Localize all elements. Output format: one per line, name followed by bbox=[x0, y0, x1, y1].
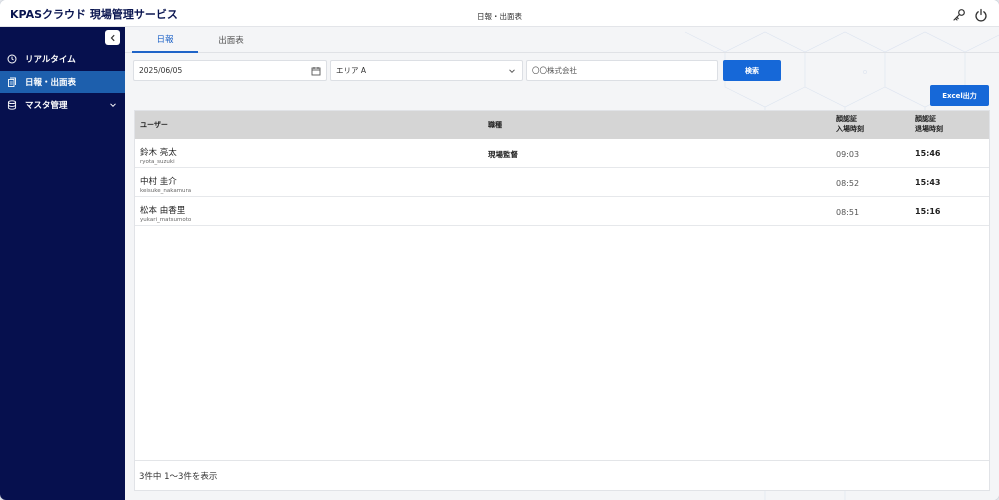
chevron-left-icon bbox=[110, 34, 115, 41]
sidebar-item-daily-report[interactable]: 日報・出面表 bbox=[0, 71, 125, 93]
table-row[interactable]: 鈴木 亮太 ryota_suzuki 現場監督 09:03 15:46 bbox=[135, 139, 989, 168]
pagination-info: 3件中 1〜3件を表示 bbox=[135, 460, 989, 490]
in-time-cell: 08:51 bbox=[836, 208, 860, 217]
sidebar-item-realtime[interactable]: リアルタイム bbox=[0, 48, 125, 70]
company-value: 〇〇株式会社 bbox=[532, 66, 577, 75]
user-cell: 中村 圭介 keisuke_nakamura bbox=[140, 175, 191, 194]
table-header: ユーザー 職種 顔認証 入場時刻 顔認証 退場時刻 bbox=[135, 111, 989, 139]
sidebar-item-label: マスタ管理 bbox=[25, 101, 68, 111]
database-icon bbox=[7, 100, 17, 110]
clock-icon bbox=[7, 54, 17, 64]
col-job: 職種 bbox=[488, 121, 502, 129]
power-icon[interactable] bbox=[974, 7, 988, 22]
app-window: KPASクラウド 現場管理サービス 日報・出面表 リアルタイム 日報・出面表 マ… bbox=[0, 0, 999, 500]
area-value: エリア A bbox=[336, 66, 367, 75]
top-header: KPASクラウド 現場管理サービス 日報・出面表 bbox=[0, 0, 999, 27]
table-row[interactable]: 松本 由香里 yukari_matsumoto 08:51 15:16 bbox=[135, 197, 989, 226]
col-out-label-1: 顔認証 bbox=[915, 115, 936, 123]
chevron-down-icon bbox=[507, 66, 517, 76]
main-content: 日報 出面表 2025/06/05 エリア A 〇〇株式会社 検索 Excel出… bbox=[125, 27, 999, 500]
excel-export-button[interactable]: Excel出力 bbox=[930, 85, 989, 106]
job-cell: 現場監督 bbox=[488, 150, 518, 159]
attendance-table: ユーザー 職種 顔認証 入場時刻 顔認証 退場時刻 鈴木 亮太 ryota_su… bbox=[134, 110, 990, 491]
key-icon[interactable] bbox=[952, 7, 966, 21]
col-out-time: 顔認証 退場時刻 bbox=[915, 114, 943, 134]
sidebar-item-label: リアルタイム bbox=[25, 55, 76, 65]
user-id: keisuke_nakamura bbox=[140, 188, 192, 194]
out-time-cell: 15:43 bbox=[915, 178, 941, 187]
area-select[interactable]: エリア A bbox=[330, 60, 523, 81]
user-name: 鈴木 亮太 bbox=[140, 148, 177, 158]
tab-attendance-sheet[interactable]: 出面表 bbox=[198, 27, 264, 53]
date-field[interactable]: 2025/06/05 bbox=[133, 60, 327, 81]
user-cell: 鈴木 亮太 ryota_suzuki bbox=[140, 146, 177, 165]
col-in-label-1: 顔認証 bbox=[836, 115, 857, 123]
date-value: 2025/06/05 bbox=[139, 66, 183, 75]
sidebar-collapse-button[interactable] bbox=[105, 30, 120, 45]
col-user: ユーザー bbox=[140, 121, 168, 129]
user-cell: 松本 由香里 yukari_matsumoto bbox=[140, 204, 191, 223]
tab-daily-report[interactable]: 日報 bbox=[132, 27, 198, 53]
in-time-cell: 08:52 bbox=[836, 179, 860, 188]
sidebar-item-master[interactable]: マスタ管理 bbox=[0, 94, 125, 116]
company-field[interactable]: 〇〇株式会社 bbox=[526, 60, 718, 81]
report-icon bbox=[7, 77, 17, 87]
col-out-label-2: 退場時刻 bbox=[915, 125, 943, 133]
tab-bar: 日報 出面表 bbox=[125, 27, 999, 53]
table-row[interactable]: 中村 圭介 keisuke_nakamura 08:52 15:43 bbox=[135, 168, 989, 197]
user-name: 中村 圭介 bbox=[140, 177, 177, 187]
out-time-cell: 15:46 bbox=[915, 149, 941, 158]
col-in-time: 顔認証 入場時刻 bbox=[836, 114, 864, 134]
page-title: 日報・出面表 bbox=[477, 12, 522, 21]
chevron-down-icon bbox=[109, 101, 117, 109]
calendar-icon[interactable] bbox=[311, 66, 321, 76]
search-button[interactable]: 検索 bbox=[723, 60, 781, 81]
col-in-label-2: 入場時刻 bbox=[836, 125, 864, 133]
in-time-cell: 09:03 bbox=[836, 150, 860, 159]
sidebar: リアルタイム 日報・出面表 マスタ管理 bbox=[0, 27, 125, 500]
user-name: 松本 由香里 bbox=[140, 206, 186, 216]
user-id: ryota_suzuki bbox=[140, 159, 175, 165]
user-id: yukari_matsumoto bbox=[140, 217, 192, 223]
out-time-cell: 15:16 bbox=[915, 207, 941, 216]
sidebar-item-label: 日報・出面表 bbox=[25, 78, 77, 88]
